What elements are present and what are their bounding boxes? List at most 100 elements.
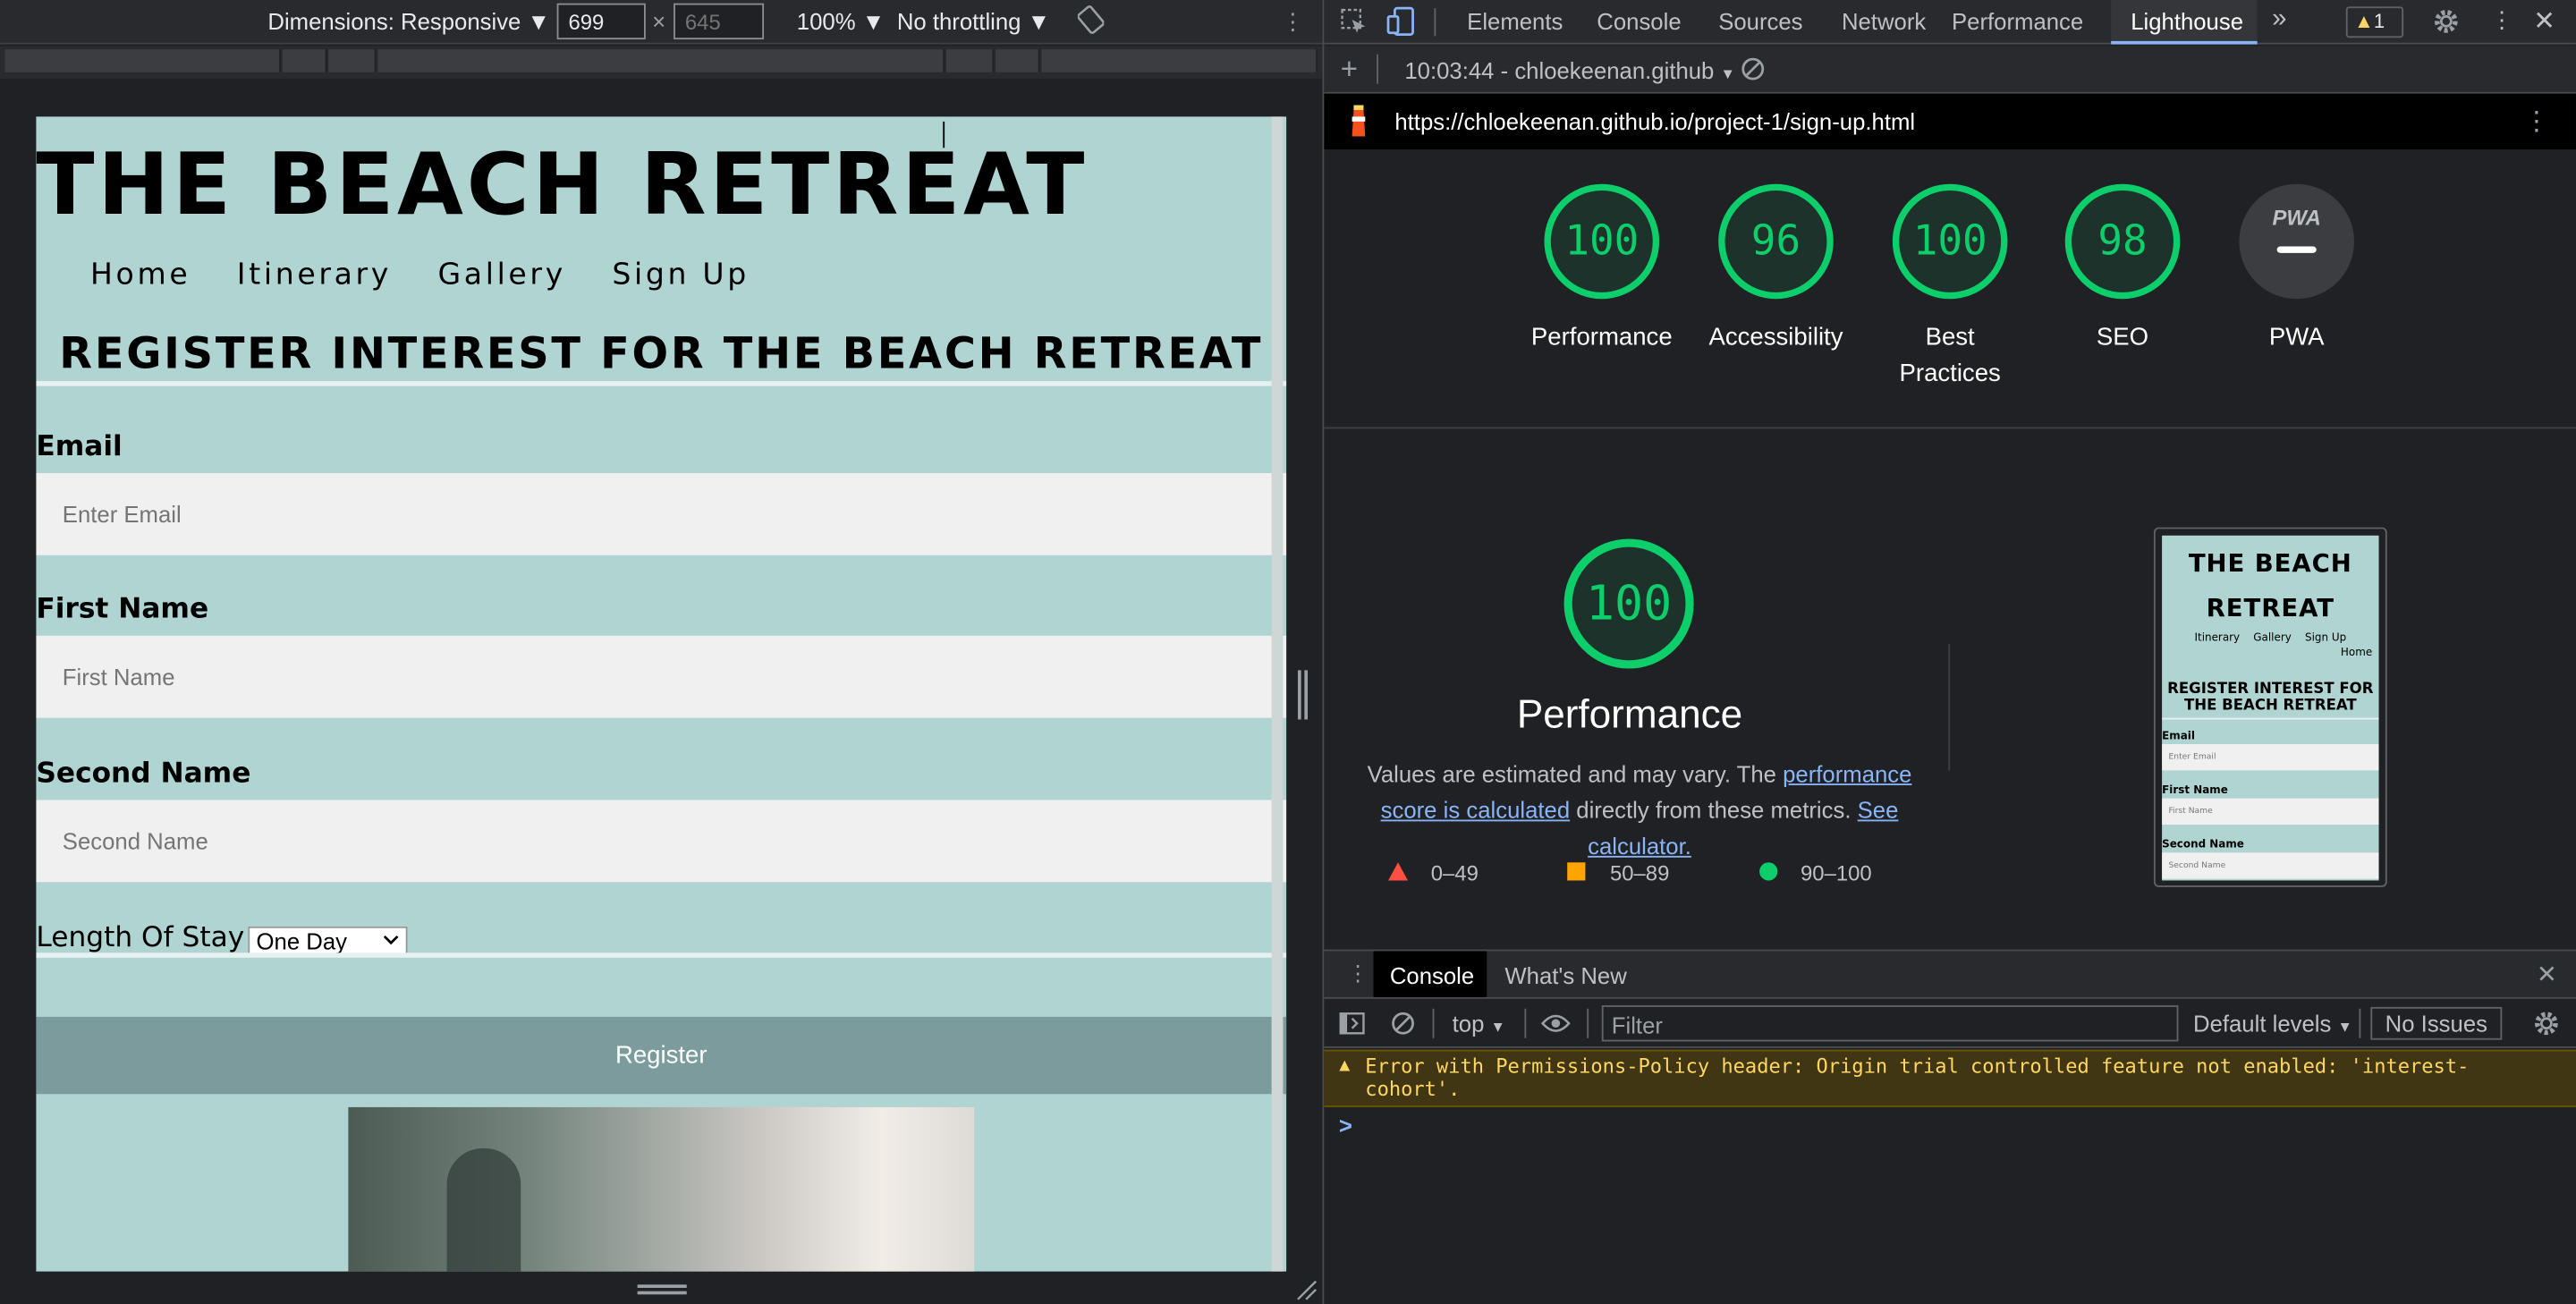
media-query-ruler[interactable] bbox=[0, 46, 1323, 80]
divider bbox=[1324, 427, 2576, 429]
thumb-first-label: First Name bbox=[2162, 783, 2228, 797]
performance-gauge-large: 100 bbox=[1563, 538, 1694, 669]
settings-gear-icon[interactable] bbox=[2431, 6, 2461, 36]
drawer-menu-icon[interactable]: ⋮ bbox=[1347, 961, 1368, 986]
pwa-badge[interactable]: PWA bbox=[2239, 183, 2354, 300]
device-toolbar: Dimensions: Responsive ▼ × 100% ▼ No thr… bbox=[0, 0, 1323, 45]
tab-lighthouse-active[interactable]: Lighthouse bbox=[2111, 0, 2258, 45]
tab-elements[interactable]: Elements bbox=[1467, 8, 1563, 34]
resize-handle-bottom[interactable] bbox=[637, 1284, 687, 1295]
email-field[interactable]: Enter Email bbox=[36, 472, 1287, 555]
score-gauge-best-practices[interactable]: 100 bbox=[1892, 183, 2008, 300]
first-name-field[interactable]: First Name bbox=[36, 635, 1287, 718]
score-label-accessibility: Accessibility bbox=[1708, 323, 1843, 352]
page-screenshot-thumbnail[interactable]: THE BEACH RETREAT Itinerary Gallery Sign… bbox=[2153, 527, 2387, 887]
thumb-nav-home: Home bbox=[2340, 645, 2373, 659]
warnings-badge[interactable]: ▲1 bbox=[2345, 6, 2404, 38]
thumb-title: THE BEACH RETREAT bbox=[2188, 548, 2352, 623]
report-selector[interactable]: 10:03:44 - chloekeenan.github ▼ bbox=[1404, 57, 1735, 83]
dimensions-dropdown[interactable]: Dimensions: Responsive ▼ bbox=[267, 8, 550, 34]
more-tabs-icon[interactable]: » bbox=[2272, 5, 2286, 35]
drawer-tab-console: Console bbox=[1389, 962, 1475, 989]
nav-sign-up[interactable]: Sign Up bbox=[612, 258, 750, 292]
score-gauge-accessibility[interactable]: 96 bbox=[1718, 183, 1834, 300]
tab-console[interactable]: Console bbox=[1597, 8, 1681, 34]
pwa-badge-text: PWA bbox=[2272, 205, 2321, 231]
thumb-email-field: Enter Email bbox=[2162, 744, 2379, 771]
hero-photo bbox=[348, 1106, 975, 1272]
new-report-icon[interactable]: + bbox=[1341, 53, 1358, 88]
legend-pass-icon bbox=[1759, 862, 1778, 881]
drawer-tab-whats-new[interactable]: What's New bbox=[1504, 962, 1626, 988]
viewport-scrollbar[interactable] bbox=[1271, 116, 1284, 1272]
resize-handle-right[interactable] bbox=[1297, 670, 1309, 720]
nav-gallery[interactable]: Gallery bbox=[437, 258, 565, 292]
console-drawer: ⋮ Console What's New ✕ top ▼ Filter Defa… bbox=[1324, 949, 2576, 1304]
warning-message: Error with Permissions-Policy header: Or… bbox=[1365, 1054, 2470, 1101]
thumb-second-label: Second Name bbox=[2162, 837, 2244, 851]
throttling-dropdown[interactable]: No throttling ▼ bbox=[897, 8, 1050, 34]
register-button[interactable]: Register bbox=[36, 1016, 1287, 1095]
context-selector[interactable]: top ▼ bbox=[1453, 1011, 1505, 1037]
performance-title: Performance bbox=[1516, 693, 1743, 738]
first-name-label: First Name bbox=[36, 593, 209, 626]
devtools-tabbar: Elements Console Sources Network Perform… bbox=[1324, 0, 2576, 45]
report-url[interactable]: https://chloekeenan.github.io/project-1/… bbox=[1394, 108, 1915, 134]
nav-home[interactable]: Home bbox=[90, 258, 191, 292]
close-drawer-icon[interactable]: ✕ bbox=[2537, 960, 2557, 988]
close-devtools-icon[interactable]: ✕ bbox=[2533, 5, 2555, 38]
tab-sources[interactable]: Sources bbox=[1718, 8, 1802, 34]
site-viewport: THE BEACH RETREAT Home Itinerary Gallery… bbox=[36, 116, 1287, 1272]
warning-icon: ▲ bbox=[1335, 1055, 1354, 1077]
legend-fail-icon bbox=[1388, 862, 1409, 881]
resize-corner-icon[interactable] bbox=[1294, 1278, 1318, 1301]
times-glyph: × bbox=[652, 8, 666, 35]
rotate-icon[interactable] bbox=[1077, 5, 1105, 35]
divider bbox=[1948, 643, 1951, 771]
log-levels-dropdown[interactable]: Default levels ▼ bbox=[2193, 1011, 2352, 1037]
console-filter-input[interactable]: Filter bbox=[1601, 1005, 2179, 1042]
score-gauge-performance[interactable]: 100 bbox=[1544, 183, 1660, 300]
clear-reports-icon[interactable] bbox=[1740, 55, 1766, 81]
divider bbox=[36, 381, 1287, 386]
thumb-nav: Itinerary Gallery Sign Up bbox=[2194, 631, 2347, 644]
chevron-down-icon bbox=[383, 933, 399, 946]
performance-description: Values are estimated and may vary. The p… bbox=[1367, 760, 1912, 859]
live-expression-eye-icon[interactable] bbox=[1540, 1012, 1571, 1035]
zoom-dropdown[interactable]: 100% ▼ bbox=[797, 8, 885, 34]
tab-lighthouse: Lighthouse bbox=[2131, 8, 2244, 35]
score-label-pwa: PWA bbox=[2268, 323, 2325, 352]
console-prompt[interactable]: > bbox=[1339, 1112, 1352, 1138]
issues-button[interactable]: No Issues bbox=[2370, 1006, 2503, 1040]
console-settings-icon[interactable] bbox=[2531, 1009, 2561, 1038]
pwa-dash-icon bbox=[2276, 246, 2317, 253]
tab-network[interactable]: Network bbox=[1842, 8, 1926, 34]
legend-average-icon bbox=[1567, 862, 1586, 881]
tab-performance[interactable]: Performance bbox=[1952, 8, 2083, 34]
width-input[interactable] bbox=[556, 3, 646, 40]
device-toggle-icon[interactable] bbox=[1386, 6, 1416, 36]
lighthouse-logo-icon bbox=[1347, 105, 1370, 139]
drawer-tabbar: ⋮ Console What's New ✕ bbox=[1324, 951, 2576, 999]
email-label: Email bbox=[36, 430, 123, 463]
clear-console-icon[interactable] bbox=[1390, 1011, 1416, 1037]
score-gauge-seo[interactable]: 98 bbox=[2064, 183, 2181, 300]
length-of-stay-select[interactable]: One Day bbox=[248, 926, 408, 956]
drawer-tab-console-active[interactable]: Console bbox=[1373, 951, 1487, 997]
thumb-first-field: First Name bbox=[2162, 798, 2379, 826]
nav-itinerary[interactable]: Itinerary bbox=[237, 258, 392, 292]
more-options-icon[interactable]: ⋮ bbox=[1282, 8, 1305, 36]
second-name-label: Second Name bbox=[36, 757, 251, 791]
text-cursor bbox=[943, 121, 945, 148]
lighthouse-toolbar: + 10:03:44 - chloekeenan.github ▼ bbox=[1324, 46, 2576, 94]
register-heading: REGISTER INTEREST FOR THE BEACH RETREAT bbox=[59, 330, 1264, 380]
second-name-field[interactable]: Second Name bbox=[36, 800, 1287, 883]
console-toolbar: top ▼ Filter Default levels ▼ No Issues bbox=[1324, 999, 2576, 1048]
sidebar-toggle-icon[interactable] bbox=[1339, 1012, 1365, 1035]
kebab-menu-icon[interactable]: ⋮ bbox=[2490, 6, 2513, 34]
report-menu-icon[interactable]: ⋮ bbox=[2523, 106, 2549, 139]
console-warning-row[interactable]: ▲ Error with Permissions-Policy header: … bbox=[1324, 1049, 2576, 1107]
inspect-element-icon[interactable] bbox=[1341, 8, 1367, 34]
length-of-stay-value: One Day bbox=[256, 927, 348, 955]
height-input[interactable] bbox=[674, 3, 765, 40]
